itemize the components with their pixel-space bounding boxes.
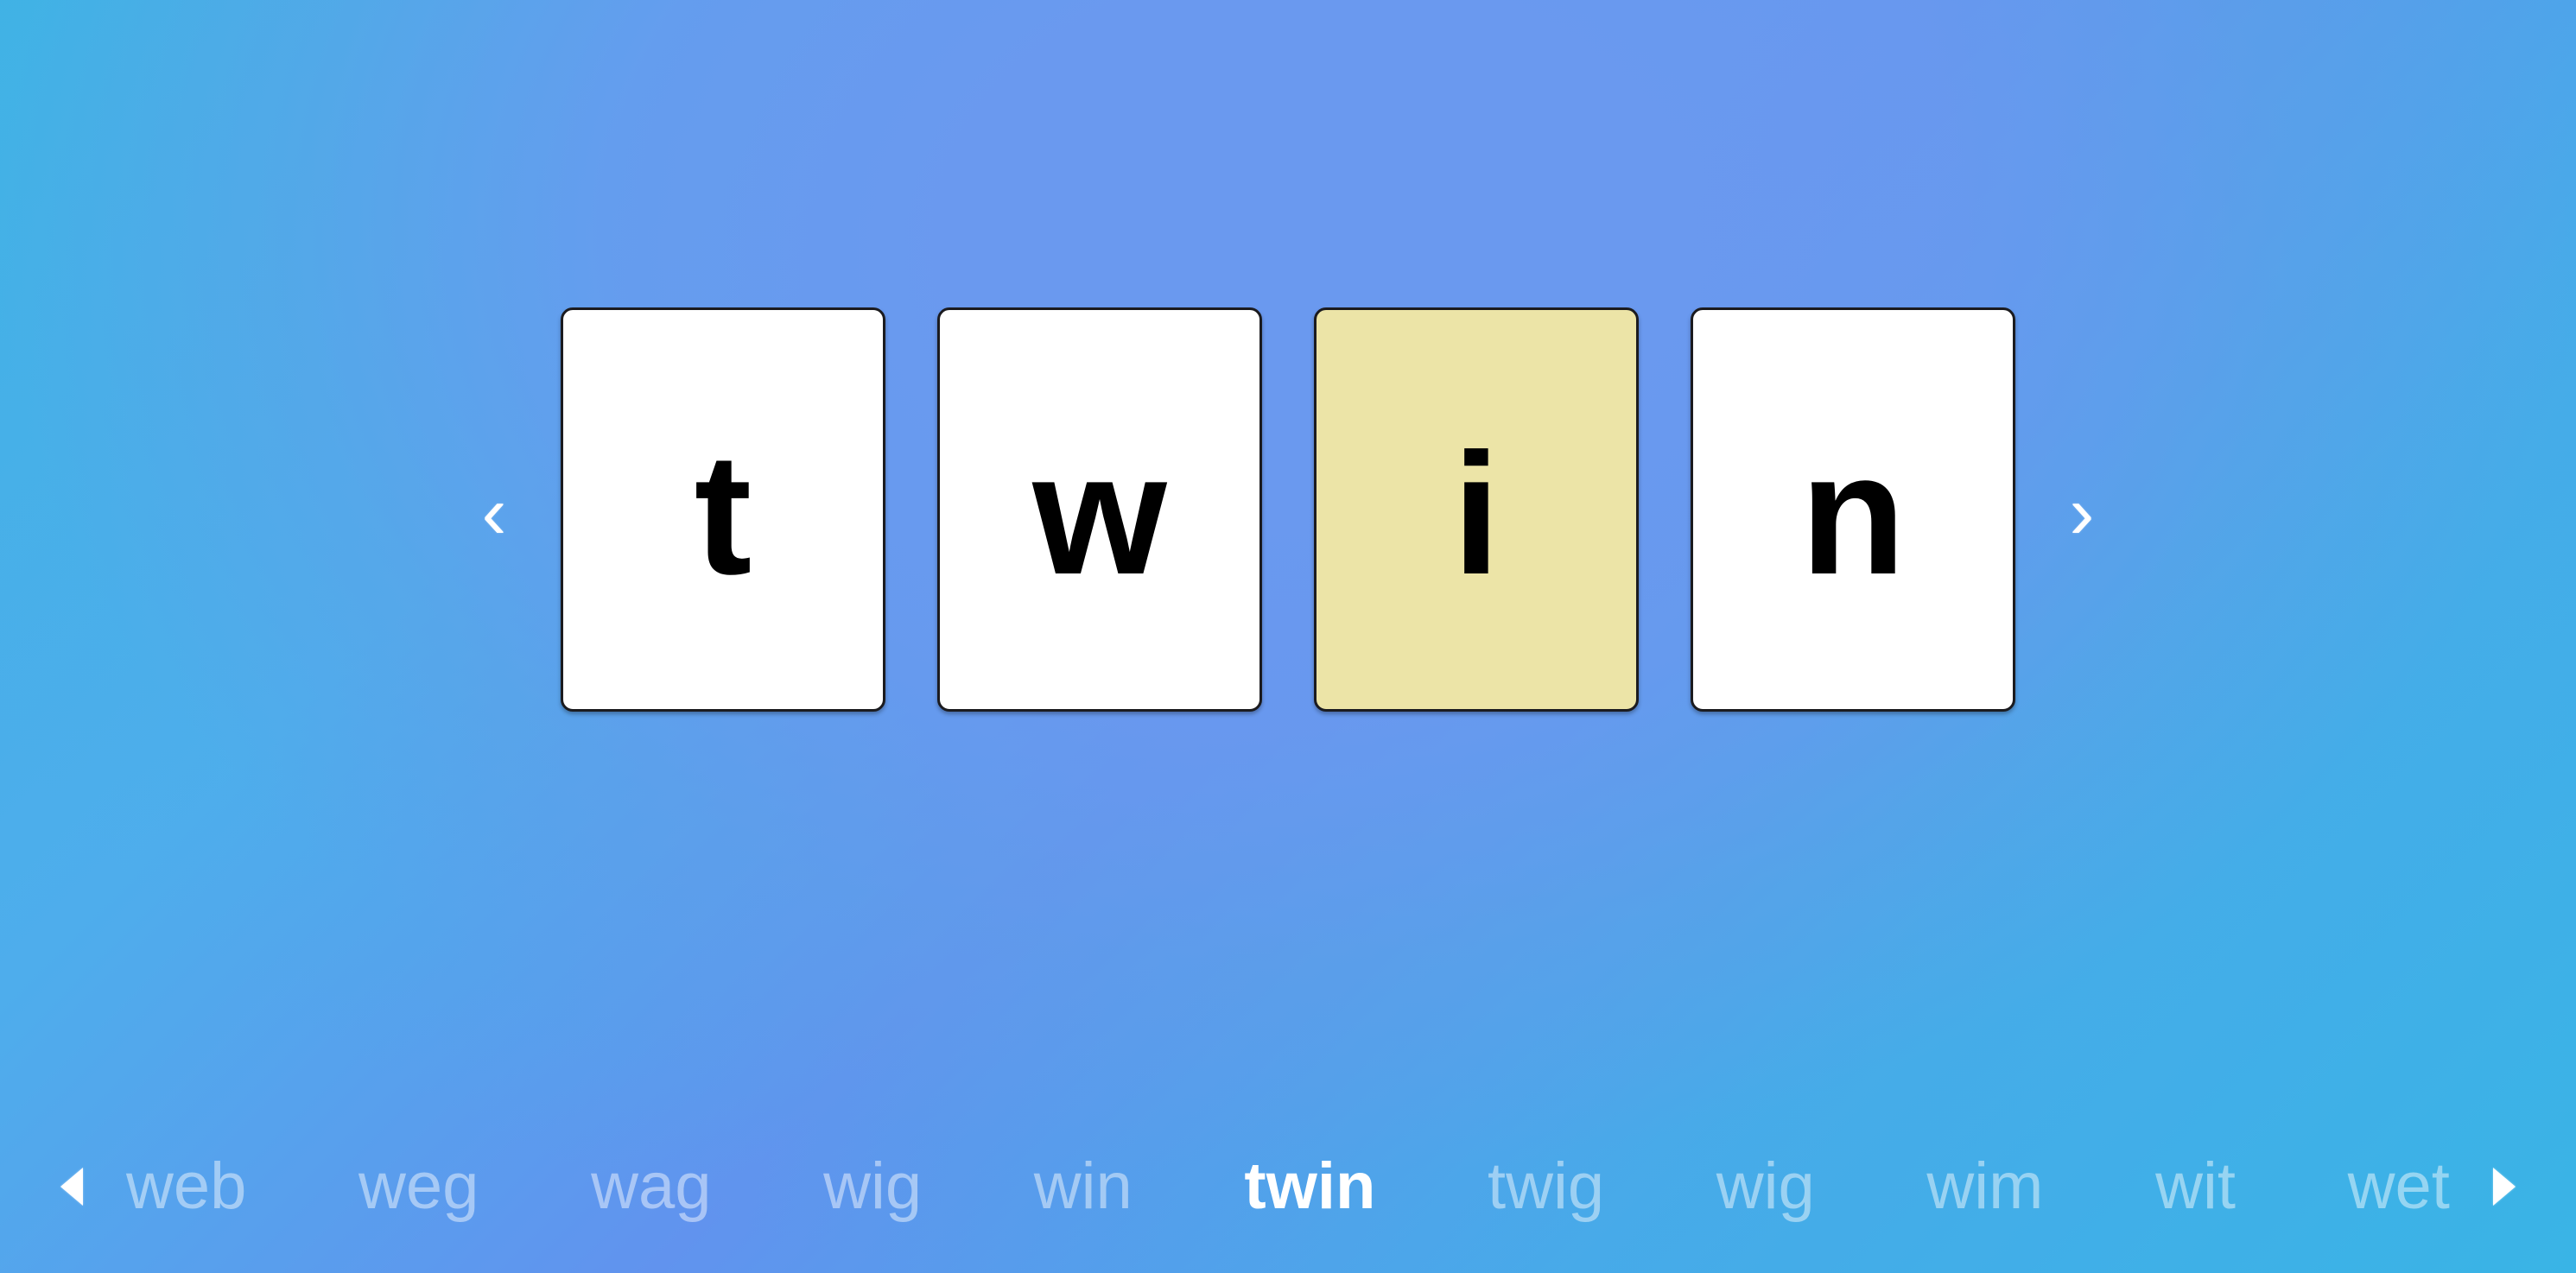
letter-cards-container: t w i n [561, 307, 2015, 712]
letter-card-4[interactable]: n [1691, 307, 2015, 712]
word-list-strip: web weg wag wig win twin twig wig wim wi… [0, 1100, 2576, 1273]
word-list-item-6[interactable]: twig [1482, 1154, 1609, 1219]
letter-card-2[interactable]: w [937, 307, 1262, 712]
previous-letter-chevron-icon[interactable]: ‹ [471, 476, 517, 550]
letter-card-1-glyph: t [694, 418, 752, 611]
letter-card-rack: ‹ t w i n › [471, 307, 2105, 712]
word-list-item-3[interactable]: wig [818, 1154, 927, 1219]
word-list-item-10[interactable]: wet [2343, 1154, 2455, 1219]
word-list-item-1[interactable]: weg [353, 1154, 484, 1219]
next-words-triangle-icon[interactable] [2493, 1168, 2516, 1206]
letter-card-3-selected[interactable]: i [1314, 307, 1639, 712]
word-list-item-0[interactable]: web [121, 1154, 251, 1219]
word-list-item-8[interactable]: wim [1921, 1154, 2048, 1219]
letter-card-1[interactable]: t [561, 307, 885, 712]
letter-card-4-glyph: n [1799, 418, 1907, 611]
word-list-item-2[interactable]: wag [586, 1154, 716, 1219]
next-letter-chevron-icon[interactable]: › [2059, 476, 2105, 550]
word-list-item-5-active[interactable]: twin [1239, 1154, 1380, 1219]
word-list-item-7[interactable]: wig [1711, 1154, 1820, 1219]
word-list: web weg wag wig win twin twig wig wim wi… [121, 1154, 2455, 1219]
letter-card-3-glyph: i [1452, 418, 1501, 611]
letter-card-2-glyph: w [1032, 418, 1167, 611]
word-builder-stage: ‹ t w i n › [0, 0, 2576, 1019]
word-list-item-9[interactable]: wit [2150, 1154, 2241, 1219]
previous-words-triangle-icon[interactable] [60, 1168, 83, 1206]
word-list-item-4[interactable]: win [1029, 1154, 1138, 1219]
